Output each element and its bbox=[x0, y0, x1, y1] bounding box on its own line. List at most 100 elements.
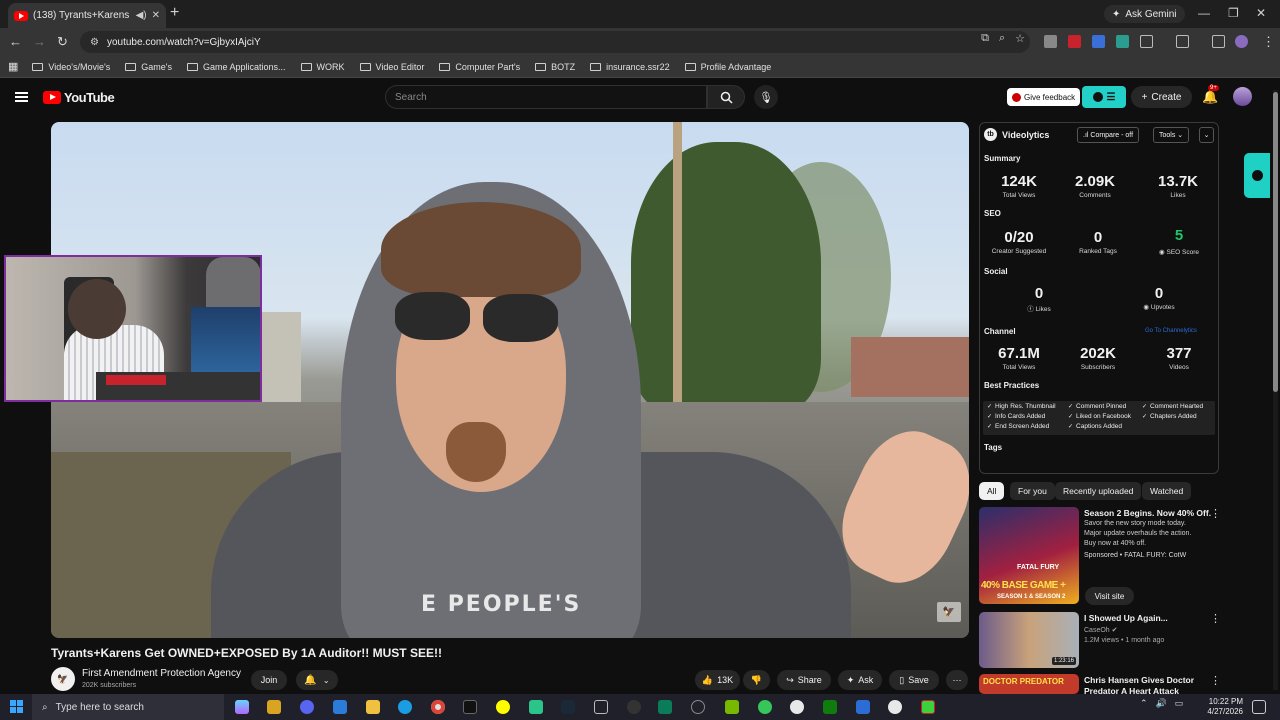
hamburger-menu-icon[interactable] bbox=[15, 92, 28, 102]
side-panel-icon[interactable] bbox=[1176, 35, 1189, 48]
share-button[interactable]: ↪ Share bbox=[777, 670, 831, 690]
more-actions-button[interactable]: ⋯ bbox=[946, 670, 968, 690]
site-info-icon[interactable]: ⚙ bbox=[90, 37, 99, 48]
new-tab-button[interactable]: + bbox=[170, 4, 179, 22]
app-icon[interactable] bbox=[691, 700, 705, 714]
reading-list-icon[interactable] bbox=[1212, 35, 1225, 48]
back-icon[interactable]: ← bbox=[9, 34, 22, 49]
obs-icon[interactable] bbox=[627, 700, 641, 714]
steam-icon[interactable] bbox=[561, 700, 575, 714]
rec-channel[interactable]: CaseOh ✔ bbox=[1084, 626, 1118, 634]
bookmark-item[interactable]: insurance.ssr22 bbox=[590, 62, 670, 72]
chip-recently-uploaded[interactable]: Recently uploaded bbox=[1055, 482, 1142, 500]
tools-dropdown[interactable]: Tools ⌄ bbox=[1153, 127, 1190, 143]
bookmark-item[interactable]: BOTZ bbox=[535, 62, 575, 72]
snapchat-icon[interactable] bbox=[496, 700, 510, 714]
app-icon[interactable] bbox=[758, 700, 772, 714]
notifications-bell-icon[interactable]: 🔔 bbox=[1202, 89, 1218, 105]
xbox-game-bar-icon[interactable] bbox=[823, 700, 837, 714]
file-explorer-icon[interactable] bbox=[366, 700, 380, 714]
chip-watched[interactable]: Watched bbox=[1142, 482, 1192, 500]
videolytics-side-widget[interactable] bbox=[1244, 153, 1270, 198]
collapse-panel-chevron-icon[interactable]: ⌄ bbox=[1199, 127, 1214, 143]
forward-icon[interactable]: → bbox=[33, 34, 46, 49]
youtube-logo[interactable]: YouTube bbox=[43, 90, 115, 105]
app-icon[interactable] bbox=[594, 700, 608, 714]
chrome-icon[interactable] bbox=[431, 700, 445, 714]
bookmark-item[interactable]: Video's/Movie's bbox=[32, 62, 110, 72]
video-thumbnail[interactable]: 1:23:16 bbox=[979, 612, 1079, 668]
channel-name[interactable]: First Amendment Protection Agency bbox=[82, 668, 241, 679]
network-icon[interactable]: ▭ bbox=[1175, 698, 1184, 709]
task-view-icon[interactable] bbox=[267, 700, 281, 714]
channel-watermark-icon[interactable]: 🦅 bbox=[937, 602, 961, 622]
extension-icon[interactable] bbox=[1044, 35, 1057, 48]
give-feedback-button[interactable]: Give feedback bbox=[1007, 88, 1081, 106]
apps-grid-icon[interactable]: ▦ bbox=[8, 60, 18, 73]
search-button[interactable] bbox=[707, 85, 745, 109]
bookmark-star-icon[interactable]: ☆ bbox=[1015, 32, 1025, 45]
chip-for-you[interactable]: For you bbox=[1010, 482, 1055, 500]
video-thumbnail[interactable]: DOCTOR PREDATOR bbox=[979, 674, 1079, 694]
windows-start-icon[interactable] bbox=[10, 700, 23, 713]
address-bar[interactable]: ⚙ youtube.com/watch?v=GjbyxIAjciY bbox=[80, 31, 1030, 53]
save-button[interactable]: ▯ Save bbox=[889, 670, 939, 690]
channel-avatar[interactable]: 🦅 bbox=[51, 667, 75, 691]
bookmark-item[interactable]: Profile Advantage bbox=[684, 62, 771, 72]
ad-thumbnail[interactable]: FATAL FURY 40% BASE GAME + SEASON 1 & SE… bbox=[979, 507, 1079, 604]
browser-tab[interactable]: (138) Tyrants+Karens Get O ◀) ✕ bbox=[8, 3, 166, 28]
close-window-icon[interactable]: ✕ bbox=[1256, 6, 1266, 20]
videolytics-toggle-button[interactable]: ☰ bbox=[1082, 86, 1126, 108]
bookmark-item[interactable]: WORK bbox=[300, 62, 345, 72]
user-avatar[interactable] bbox=[1233, 87, 1252, 106]
restore-icon[interactable]: ❐ bbox=[1228, 6, 1239, 20]
rec-title[interactable]: Season 2 Begins. Now 40% Off. bbox=[1084, 508, 1211, 518]
extension-icon[interactable] bbox=[1116, 35, 1129, 48]
extension-icon[interactable] bbox=[1092, 35, 1105, 48]
like-button[interactable]: 👍 13K bbox=[695, 670, 740, 690]
xbox-icon[interactable] bbox=[790, 700, 804, 714]
reload-icon[interactable]: ↻ bbox=[57, 34, 68, 50]
minimize-icon[interactable]: — bbox=[1198, 6, 1210, 20]
more-vertical-icon[interactable]: ⋮ bbox=[1210, 507, 1221, 520]
rec-title[interactable]: I Showed Up Again... bbox=[1084, 613, 1168, 623]
xbox-icon[interactable] bbox=[888, 700, 902, 714]
audio-playing-icon[interactable]: ◀) bbox=[136, 10, 147, 21]
app-icon[interactable] bbox=[921, 700, 935, 714]
bookmark-item[interactable]: Game's bbox=[125, 62, 172, 72]
app-icon[interactable] bbox=[856, 700, 870, 714]
copilot-icon[interactable] bbox=[235, 700, 249, 714]
close-tab-icon[interactable]: ✕ bbox=[152, 10, 160, 21]
chevron-up-icon[interactable]: ⌃ bbox=[1140, 698, 1148, 709]
nzxt-icon[interactable] bbox=[463, 700, 477, 714]
more-vertical-icon[interactable]: ⋮ bbox=[1210, 674, 1221, 687]
chrome-menu-icon[interactable]: ⋮ bbox=[1262, 34, 1275, 50]
app-icon[interactable] bbox=[529, 700, 543, 714]
more-vertical-icon[interactable]: ⋮ bbox=[1210, 612, 1221, 625]
discord-icon[interactable] bbox=[300, 700, 314, 714]
create-button[interactable]: + Create bbox=[1131, 86, 1192, 108]
taskbar-search-input[interactable]: ⌕ Type here to search bbox=[32, 694, 224, 720]
edge-icon[interactable] bbox=[398, 700, 412, 714]
extensions-puzzle-icon[interactable] bbox=[1140, 35, 1153, 48]
notifications-icon[interactable] bbox=[1252, 700, 1266, 714]
rec-title-line2[interactable]: Predator A Heart Attack bbox=[1084, 686, 1179, 694]
dislike-button[interactable]: 👎 bbox=[743, 670, 770, 690]
ask-gemini-button[interactable]: ✦ Ask Gemini bbox=[1104, 5, 1185, 23]
extension-icon[interactable] bbox=[1068, 35, 1081, 48]
subscribed-notifications-button[interactable]: 🔔 ⌄ bbox=[296, 670, 338, 690]
bookmark-item[interactable]: Video Editor bbox=[359, 62, 424, 72]
zoom-icon[interactable]: ⌕ bbox=[999, 32, 1005, 45]
join-button[interactable]: Join bbox=[251, 670, 287, 690]
volume-icon[interactable]: 🔊 bbox=[1156, 698, 1167, 709]
visit-site-button[interactable]: Visit site bbox=[1085, 587, 1134, 605]
install-app-icon[interactable]: ⧉ bbox=[981, 32, 989, 45]
voice-search-button[interactable]: 🎙 bbox=[754, 85, 778, 109]
ask-button[interactable]: ✦ Ask bbox=[838, 670, 882, 690]
app-icon[interactable] bbox=[333, 700, 347, 714]
app-icon[interactable] bbox=[658, 700, 672, 714]
go-to-channelytics-link[interactable]: Go To Channelytics bbox=[1145, 328, 1197, 334]
search-input[interactable]: Search bbox=[385, 85, 707, 109]
bookmark-item[interactable]: Computer Part's bbox=[439, 62, 520, 72]
nvidia-icon[interactable] bbox=[725, 700, 739, 714]
